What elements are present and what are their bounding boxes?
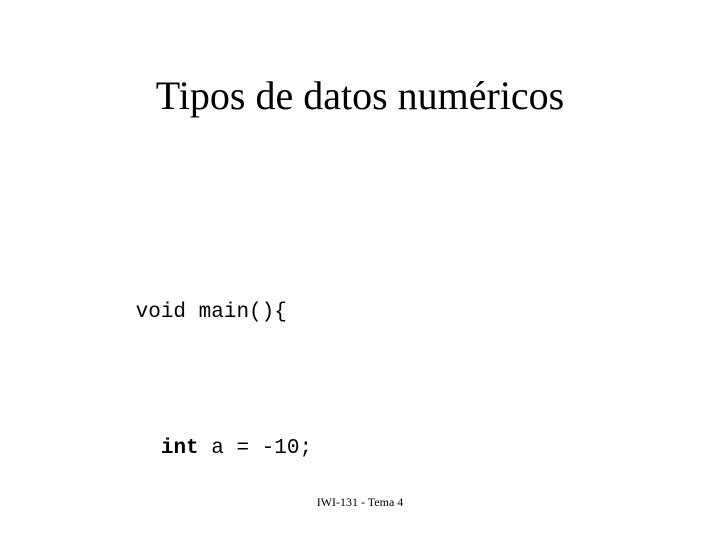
slide-canvas: Tipos de datos numéricos void main(){ in…	[0, 0, 720, 540]
slide-footer: IWI-131 - Tema 4	[316, 495, 404, 509]
code-line: void main(){	[60, 262, 660, 324]
code-line: int a = -10;	[60, 398, 660, 460]
code-block: void main(){ int a = -10; unsigned int b…	[60, 160, 660, 540]
code-keyword: int	[160, 437, 199, 460]
code-text: void main(){	[135, 301, 287, 324]
page-title: Tipos de datos numéricos	[155, 73, 565, 118]
code-line: unsigned int b = 10;	[60, 534, 660, 540]
code-text: a = -10;	[198, 437, 313, 460]
